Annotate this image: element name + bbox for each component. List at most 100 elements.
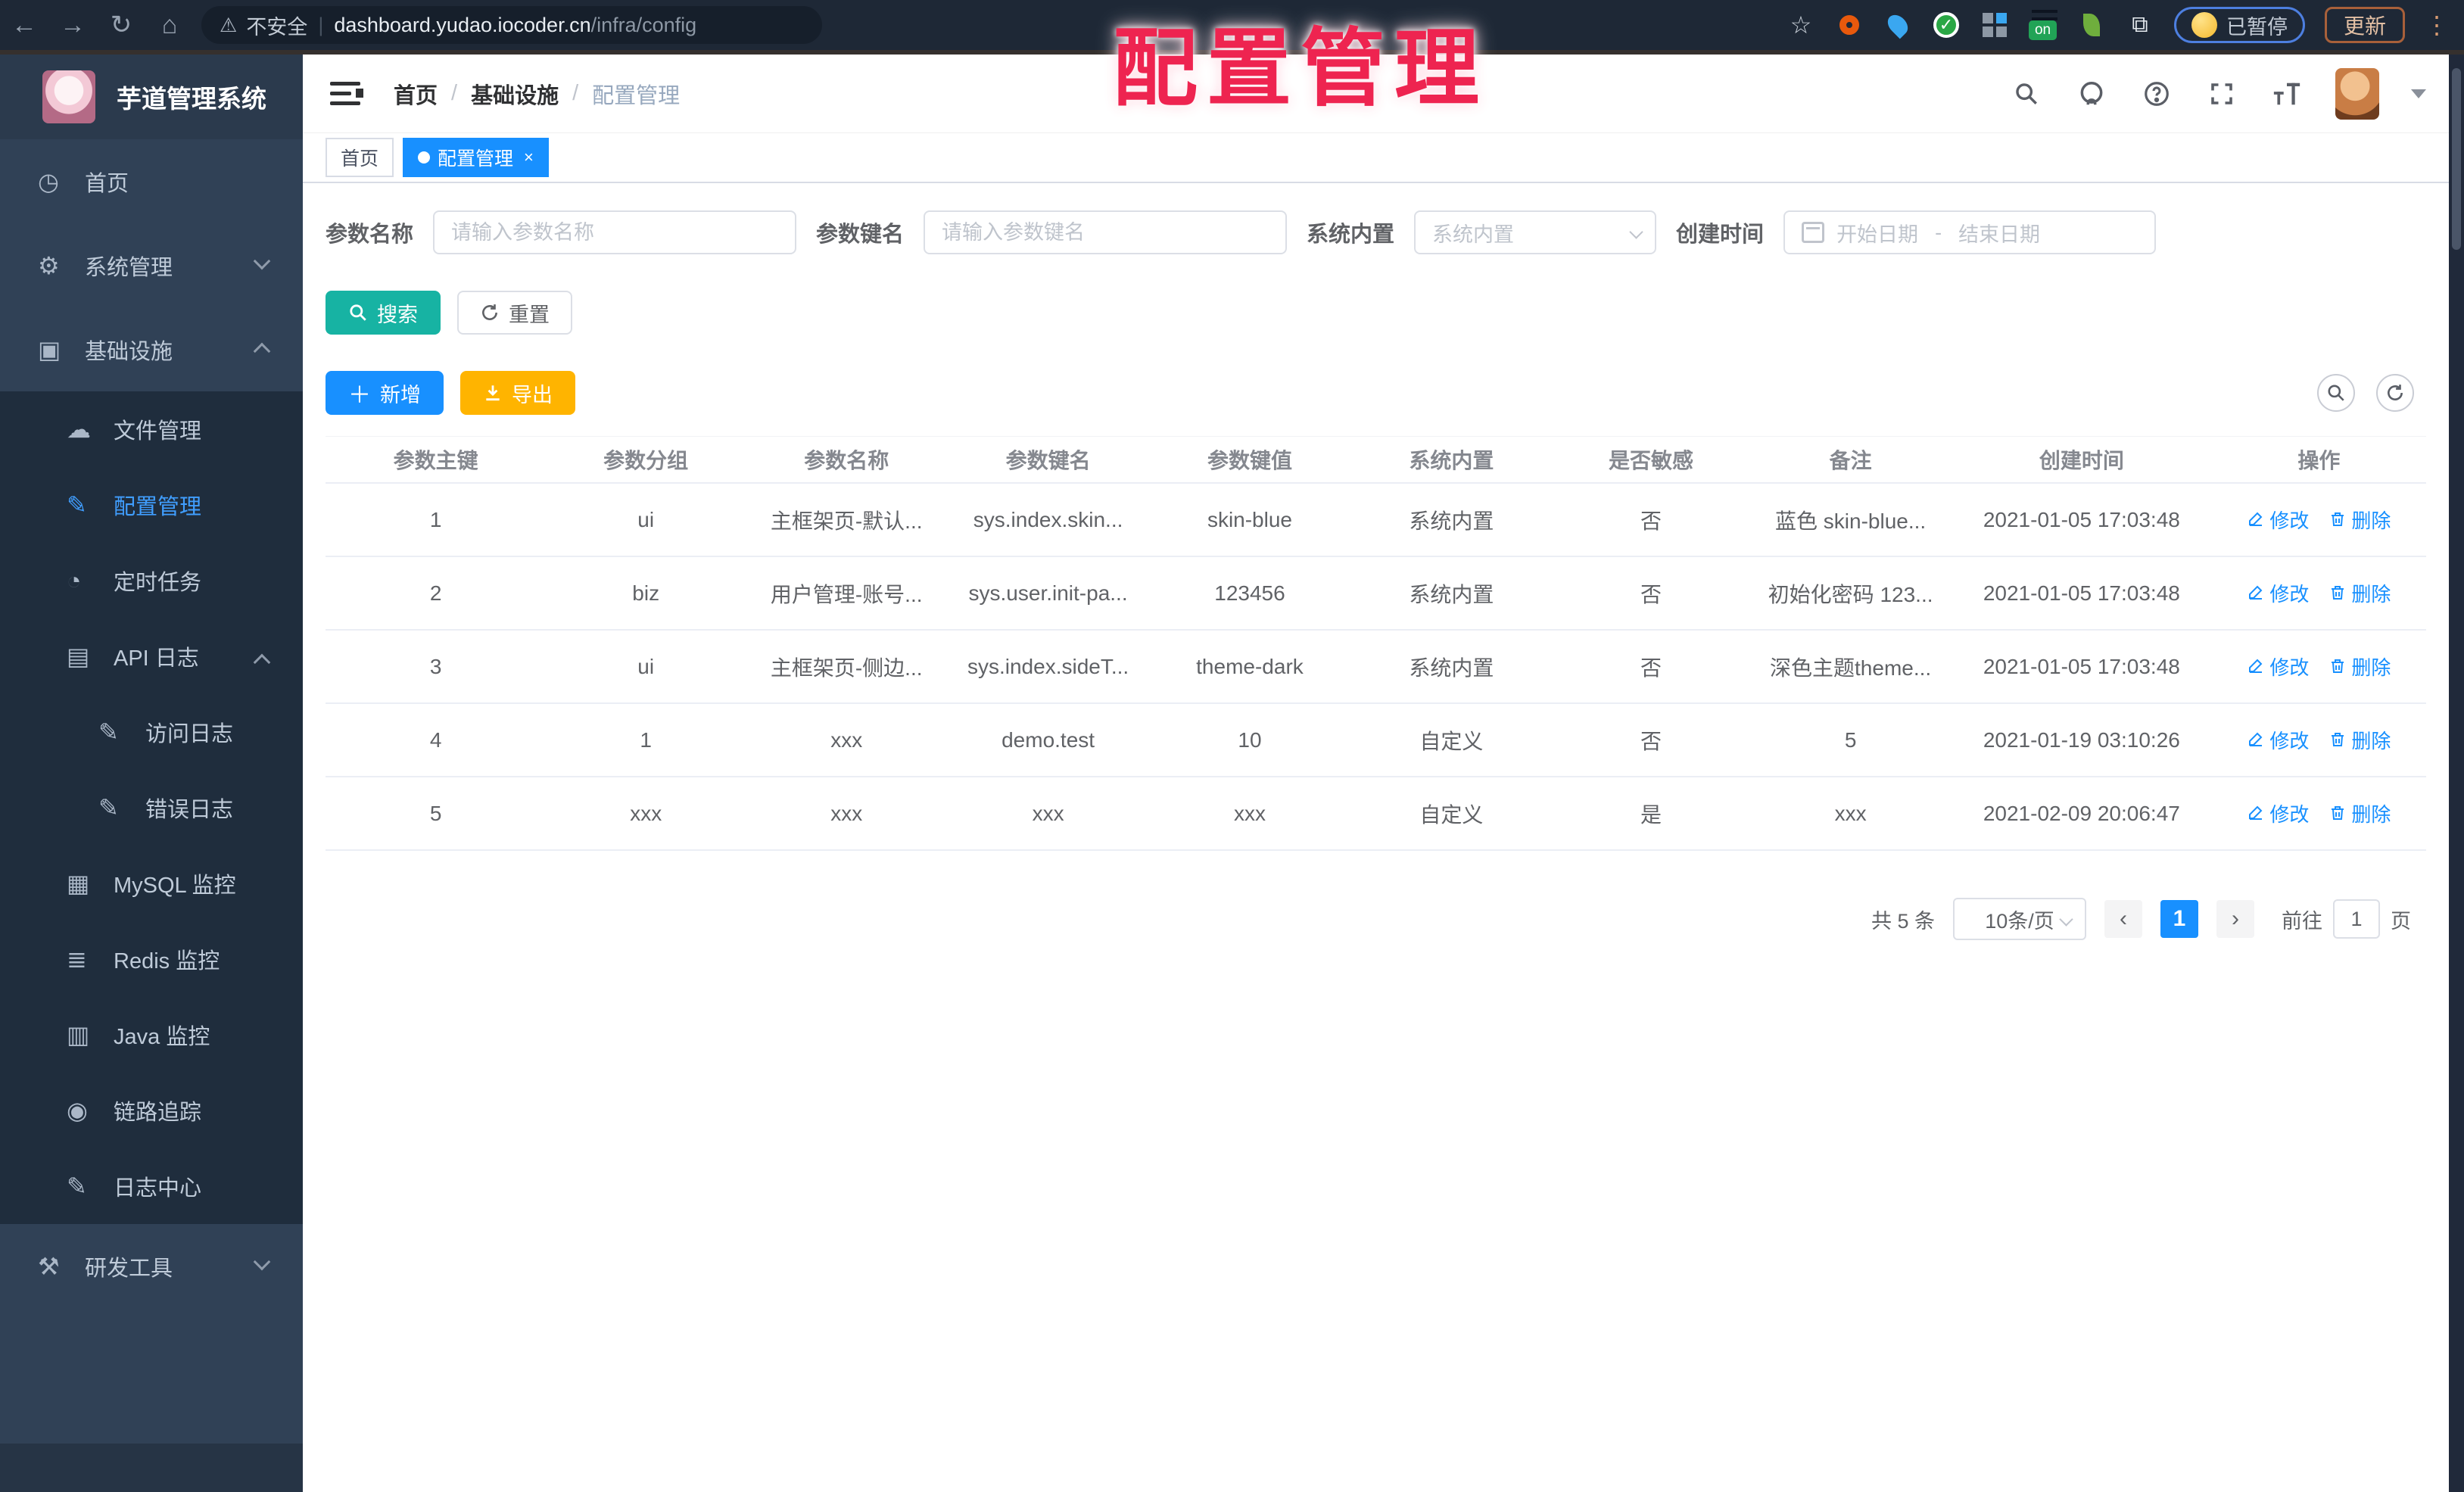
table-row: 4 1 xxx demo.test 10 自定义 否 5 2021-01-19 03:10:26… [326,704,2426,777]
param-name-field[interactable] [451,220,779,245]
sidebar-item-api-log[interactable]: ▤ API 日志 [0,618,303,694]
date-range-picker[interactable]: 开始日期 - 结束日期 [1783,210,2157,254]
java-icon: ▥ [67,1021,90,1048]
param-key-input[interactable] [924,210,1288,254]
extension-leaf-icon[interactable] [2077,11,2106,39]
cell-remark: 初始化密码 123... [1768,582,1933,606]
browser-scrollbar[interactable] [2449,55,2464,1492]
bookmark-star-icon[interactable]: ☆ [1786,11,1815,39]
cell-builtin: 系统内置 [1409,656,1494,680]
column-header: 操作 [2297,449,2341,472]
filter-key-label: 参数键名 [816,223,905,247]
sidebar-item-access-log[interactable]: ✎ 访问日志 [0,694,303,770]
end-date-placeholder: 结束日期 [1958,223,2041,246]
browser-home-icon[interactable]: ⌂ [145,11,194,40]
prev-page-button[interactable]: ‹ [2104,900,2142,938]
sidebar-item-redis[interactable]: ≣ Redis 监控 [0,921,303,997]
extension-check-icon[interactable]: ✓ [1932,11,1961,39]
delete-link[interactable]: 删除 [2328,579,2391,607]
extension-pin-icon[interactable] [1883,11,1912,39]
app-logo[interactable]: 芋道管理系统 [0,55,303,139]
sidebar-item-label: 文件管理 [114,419,202,444]
delete-link[interactable]: 删除 [2328,653,2391,681]
sidebar-item-file[interactable]: ☁ 文件管理 [0,391,303,467]
trace-icon: ◉ [67,1097,88,1124]
goto-page-input[interactable]: 1 [2333,899,2380,939]
help-icon[interactable] [2140,77,2173,111]
delete-link[interactable]: 删除 [2328,799,2391,827]
sidebar-item-java[interactable]: ▥ Java 监控 [0,997,303,1073]
collapse-menu-icon[interactable] [330,80,363,107]
add-button[interactable]: ＋ 新增 [326,371,444,415]
devtools-icon: ⚒ [38,1252,60,1280]
system-icon: ⚙ [38,251,60,279]
column-header: 备注 [1829,449,1872,472]
edit-link[interactable]: 修改 [2247,799,2309,827]
edit-link[interactable]: 修改 [2247,506,2309,534]
page-number-1[interactable]: 1 [2160,900,2198,938]
sidebar-item-devtools[interactable]: ⚒ 研发工具 [0,1224,303,1308]
start-date-placeholder: 开始日期 [1836,223,1919,246]
error-log-icon: ✎ [98,794,119,821]
fullscreen-icon[interactable] [2205,77,2238,111]
sidebar-item-error-log[interactable]: ✎ 错误日志 [0,770,303,846]
column-header: 创建时间 [2039,449,2124,472]
breadcrumb-item[interactable]: 首页 [394,78,438,110]
cell-key: xxx [1032,801,1064,825]
address-bar[interactable]: ⚠ 不安全 | dashboard.yudao.iocoder.cn/infra… [201,6,822,44]
param-name-input[interactable] [433,210,797,254]
browser-forward-icon[interactable]: → [48,11,97,40]
sidebar-item-home[interactable]: ◷ 首页 [0,139,303,223]
sidebar-item-trace[interactable]: ◉ 链路追踪 [0,1073,303,1148]
toggle-search-button[interactable] [2317,374,2355,412]
cell-actions: 修改 删除 [2212,579,2426,608]
tag-item[interactable]: 首页 [326,138,394,177]
delete-link[interactable]: 删除 [2328,506,2391,534]
refresh-table-button[interactable] [2376,374,2414,412]
delete-link[interactable]: 删除 [2328,726,2391,754]
sidebar-item-infra[interactable]: ▣ 基础设施 [0,307,303,391]
search-icon[interactable] [2010,77,2043,111]
cell-group: ui [637,654,655,678]
cell-sensitive: 否 [1640,729,1662,753]
page-size-select[interactable]: 10条/页 [1953,898,2086,940]
extension-grid-icon[interactable] [1980,11,2009,39]
sidebar-item-system[interactable]: ⚙ 系统管理 [0,223,303,307]
builtin-select[interactable]: 系统内置 [1414,210,1657,254]
paused-status-pill[interactable]: 已暂停 [2173,7,2305,43]
github-icon[interactable] [2075,77,2108,111]
edit-link[interactable]: 修改 [2247,726,2309,754]
cell-sensitive: 否 [1640,509,1662,533]
sidebar-menu: ◷ 首页 ⚙ 系统管理 ▣ 基础设施 ☁ 文件管理 ✎ 配置管理 ◔ 定时任务 ▤ API 日志 ✎ 访问日志… [0,139,303,1492]
browser-update-button[interactable]: 更新 [2324,7,2405,43]
param-key-field[interactable] [942,220,1269,245]
font-size-icon[interactable] [2270,77,2304,111]
table-row: 2 biz 用户管理-账号... sys.user.init-pa... 123456 系… [326,557,2426,631]
extension-donut-icon[interactable] [1835,11,1864,39]
tag-active[interactable]: 配置管理 × [403,138,549,177]
cell-id: 4 [429,727,442,752]
export-button[interactable]: 导出 [460,371,575,415]
sidebar-item-log-center[interactable]: ✎ 日志中心 [0,1148,303,1224]
sidebar-item-config[interactable]: ✎ 配置管理 [0,467,303,543]
sidebar-item-job[interactable]: ◔ 定时任务 [0,543,303,618]
sidebar-item-label: 访问日志 [145,722,234,746]
breadcrumb-item[interactable]: 基础设施 [471,78,559,110]
sidebar-item-mysql[interactable]: ▦ MySQL 监控 [0,846,303,921]
avatar-caret-icon[interactable] [2411,89,2426,98]
browser-menu-icon[interactable]: ⋮ [2425,11,2449,39]
close-tag-icon[interactable]: × [524,148,534,167]
extension-on-badge-icon[interactable]: on [2028,10,2057,40]
home-icon: ◷ [38,167,59,195]
edit-link[interactable]: 修改 [2247,653,2309,681]
next-page-button[interactable]: › [2216,900,2254,938]
extensions-puzzle-icon[interactable]: ⧉ [2126,11,2154,39]
search-button[interactable]: 搜索 [326,291,441,335]
browser-refresh-icon[interactable]: ↻ [97,10,145,40]
user-avatar[interactable] [2335,68,2379,120]
reset-button[interactable]: 重置 [457,291,572,335]
browser-back-icon[interactable]: ← [0,11,48,40]
edit-link[interactable]: 修改 [2247,579,2309,607]
header-actions [2010,55,2426,133]
sidebar-item-label: 配置管理 [114,495,202,519]
